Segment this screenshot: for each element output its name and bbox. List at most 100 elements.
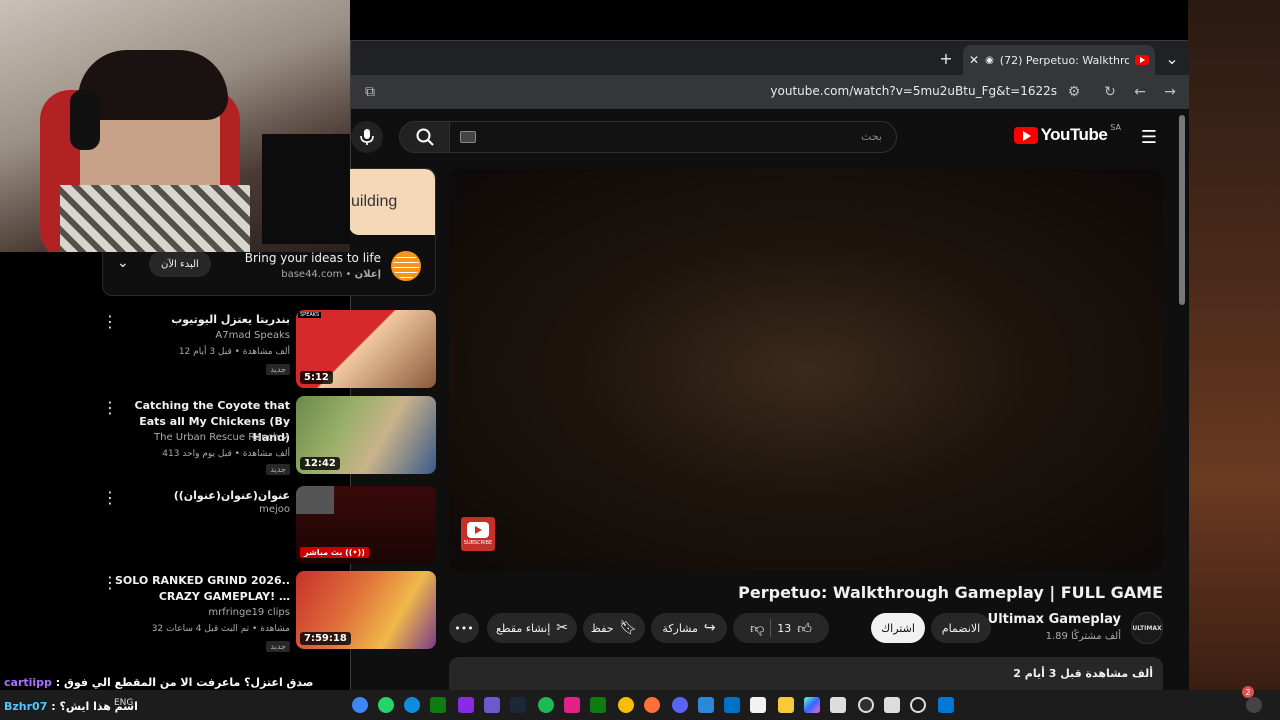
windows-icon[interactable] <box>938 697 954 713</box>
verified-icon: ✔ <box>282 433 290 443</box>
app-icon[interactable] <box>830 697 846 713</box>
ad-start-button[interactable]: البدء الآن <box>149 251 211 277</box>
save-button[interactable]: حفظ 🔖︎ <box>583 613 645 643</box>
notification-icon[interactable] <box>1246 697 1262 713</box>
search-button[interactable] <box>399 121 451 153</box>
chrome-icon[interactable] <box>618 697 634 713</box>
more-vertical-icon[interactable]: ⋮ <box>102 490 118 506</box>
rec-title[interactable]: عنوان(عنوان(عنوان)) <box>114 488 290 504</box>
youtube-play-icon <box>467 522 489 538</box>
rec-channel-name: The Urban Rescue Ranch <box>154 432 280 443</box>
close-tab-icon[interactable]: ✕ <box>969 53 979 67</box>
streamer-hair <box>78 50 228 120</box>
app-icon[interactable] <box>564 697 580 713</box>
forward-icon[interactable]: → <box>1159 81 1181 103</box>
video-player[interactable]: SUBSCRIBE <box>449 169 1163 571</box>
tab-list-chevron-icon[interactable]: ⌄ <box>1161 47 1183 69</box>
rec-meta: 413 ألف مشاهدة • قبل يوم واحد <box>162 449 290 459</box>
ad-banner[interactable]: uilding <box>349 169 435 235</box>
steam-icon[interactable] <box>510 697 526 713</box>
xbox-icon[interactable] <box>590 697 606 713</box>
search-icon[interactable] <box>910 697 926 713</box>
app-icon[interactable] <box>698 697 714 713</box>
video-thumbnail[interactable]: 7:59:18 <box>296 571 436 649</box>
rec-title[interactable]: SOLO RANKED GRIND 2026.. CRAZY GAMEPLAY!… <box>114 573 290 605</box>
taskbar: Bzhr07 : اسم هذا ايش؟ ENG <box>0 690 1280 720</box>
firefox-icon[interactable] <box>644 697 660 713</box>
edge-icon[interactable] <box>404 697 420 713</box>
spotify-icon[interactable] <box>538 697 554 713</box>
app-icon[interactable] <box>458 697 474 713</box>
url-field[interactable]: youtube.com/watch?v=5mu2uBtu_Fg&t=1622s <box>770 84 1057 98</box>
search-input[interactable]: بحث <box>449 121 897 153</box>
rec-channel[interactable]: mejoo <box>259 504 290 515</box>
more-horizontal-icon: ••• <box>454 621 474 635</box>
description-meta: 2 ألف مشاهدة قبل 3 أيام <box>1013 667 1153 680</box>
app-icon[interactable] <box>750 697 766 713</box>
site-settings-icon[interactable]: ⚙ <box>1063 81 1085 103</box>
mic-icon <box>360 129 374 145</box>
list-item[interactable]: SPEAKS 5:12 بندريتا يعتزل اليوتيوب A7mad… <box>102 310 436 390</box>
list-item[interactable]: 12:42 Catching the Coyote that Eats all … <box>102 396 436 476</box>
app-icon[interactable] <box>484 697 500 713</box>
reload-icon[interactable]: ↻ <box>1099 81 1121 103</box>
page-scrollbar[interactable] <box>1179 115 1185 305</box>
rec-channel[interactable]: The Urban Rescue Ranch ✔ <box>154 432 290 443</box>
scissors-icon: ✂ <box>556 620 569 636</box>
subscribe-button[interactable]: اشتراك <box>871 613 925 643</box>
video-title: Perpetuo: Walkthrough Gameplay | FULL GA… <box>738 583 1163 602</box>
clip-button[interactable]: إنشاء مقطع ✂ <box>487 613 577 643</box>
chat-line-1: cartiipp : صدق اعتزل؟ ماعرفت الا من المق… <box>4 676 313 689</box>
channel-avatar[interactable]: ULTIMAX <box>1131 612 1163 644</box>
more-vertical-icon[interactable]: ⋮ <box>102 575 118 591</box>
copilot-icon[interactable] <box>804 697 820 713</box>
voice-search-button[interactable] <box>351 121 383 153</box>
share-button[interactable]: مشاركة ↪ <box>651 613 727 643</box>
back-icon[interactable]: ← <box>1129 81 1151 103</box>
rec-channel[interactable]: A7mad Speaks <box>215 330 290 341</box>
video-thumbnail[interactable]: 12:42 <box>296 396 436 474</box>
rec-title[interactable]: بندريتا يعتزل اليوتيوب <box>114 312 290 328</box>
like-icon[interactable]: 👍︎ <box>797 620 812 637</box>
description-box[interactable]: 2 ألف مشاهدة قبل 3 أيام <box>449 657 1163 691</box>
tab-title: (72) Perpetuo: Walkthrough <box>999 53 1129 67</box>
subscribe-watermark[interactable]: SUBSCRIBE <box>461 517 495 551</box>
chrome-icon[interactable] <box>352 697 368 713</box>
more-vertical-icon[interactable]: ⋮ <box>102 314 118 330</box>
keyboard-icon[interactable] <box>460 131 476 143</box>
watermark-text: SUBSCRIBE <box>463 540 493 546</box>
ad-title[interactable]: Bring your ideas to life <box>245 251 381 265</box>
video-thumbnail[interactable]: SPEAKS 5:12 <box>296 310 436 388</box>
tab-youtube[interactable]: ✕ ◉ (72) Perpetuo: Walkthrough <box>963 45 1155 75</box>
channel-name[interactable]: Ultimax Gameplay <box>988 612 1121 627</box>
new-tab-button[interactable]: + <box>935 47 957 69</box>
bookmark-icon: 🔖︎ <box>619 620 638 636</box>
search-placeholder: بحث <box>861 130 882 143</box>
obs-icon[interactable] <box>858 697 874 713</box>
dislike-icon[interactable]: 👎︎ <box>750 620 764 637</box>
outlook-icon[interactable] <box>724 697 740 713</box>
subscribe-label: اشتراك <box>881 621 915 635</box>
chat-username: Bzhr07 <box>4 700 48 713</box>
list-item[interactable]: 7:59:18 SOLO RANKED GRIND 2026.. CRAZY G… <box>102 571 436 652</box>
video-thumbnail[interactable]: بث مباشر ((•)) <box>296 486 436 564</box>
rec-channel[interactable]: mrfringe19 clips <box>208 607 290 618</box>
more-vertical-icon[interactable]: ⋮ <box>102 400 118 416</box>
menu-icon[interactable]: ☰ <box>1141 127 1157 148</box>
join-label: الانضمام <box>941 621 981 635</box>
whatsapp-icon[interactable] <box>378 697 394 713</box>
duration: 5:12 <box>300 371 333 384</box>
youtube-play-icon <box>1013 126 1038 144</box>
more-actions-button[interactable]: ••• <box>449 613 479 643</box>
youtube-logo[interactable]: YouTube SA <box>1013 123 1121 145</box>
app-icon[interactable] <box>884 697 900 713</box>
chevron-down-icon[interactable]: ⌄ <box>117 255 129 271</box>
folder-icon[interactable] <box>778 697 794 713</box>
language-indicator[interactable]: ENG <box>114 698 133 708</box>
cast-icon[interactable]: ⧉ <box>359 81 381 103</box>
list-item[interactable]: بث مباشر ((•)) عنوان(عنوان(عنوان)) mejoo… <box>102 486 436 566</box>
live-label: بث مباشر <box>304 548 343 557</box>
join-button[interactable]: الانضمام <box>931 613 991 643</box>
discord-icon[interactable] <box>672 697 688 713</box>
xbox-icon[interactable] <box>430 697 446 713</box>
